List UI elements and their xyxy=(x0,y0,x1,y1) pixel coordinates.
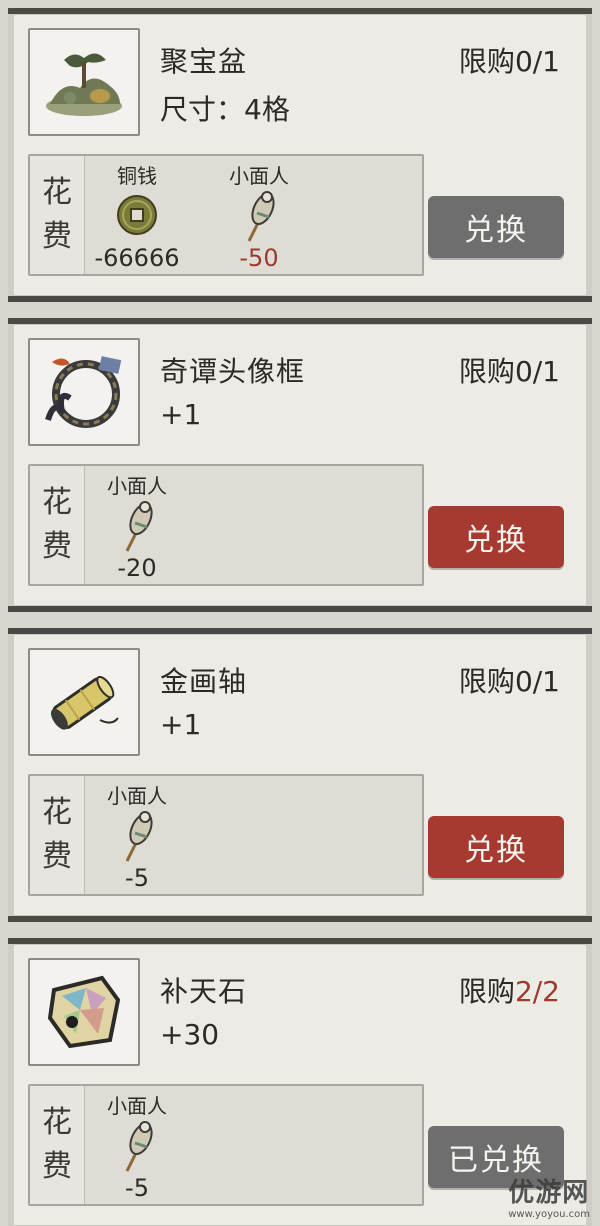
item-thumbnail xyxy=(28,338,140,446)
cost-item-name: 小面人 xyxy=(107,784,167,808)
cost-item-name: 铜钱 xyxy=(117,164,157,188)
item-thumbnail xyxy=(28,648,140,756)
cost-item: 小面人 -20 xyxy=(92,470,182,582)
cost-amount: -20 xyxy=(117,554,157,582)
cost-item: 小面人 -5 xyxy=(92,780,182,892)
cost-panel: 花费 小面人 -5 xyxy=(28,774,424,896)
item-name: 奇谭头像框 xyxy=(160,355,306,388)
shop-item-card: 奇谭头像框 +1 限购0/1 花费 小面人 -20 兑换 xyxy=(8,318,592,612)
dough-figurine-icon xyxy=(125,501,153,552)
avatar-frame-icon xyxy=(45,356,122,428)
item-detail: 尺寸：4格 xyxy=(160,93,290,126)
item-detail: +1 xyxy=(160,708,202,741)
item-name: 聚宝盆 xyxy=(160,45,248,78)
dough-figurine-icon xyxy=(125,1121,153,1172)
cost-amount: -50 xyxy=(239,244,279,272)
cost-panel: 花费 小面人 -5 xyxy=(28,1084,424,1206)
item-detail: +30 xyxy=(160,1018,220,1051)
item-name: 补天石 xyxy=(160,975,248,1008)
shop-item-card: 聚宝盆 尺寸：4格 限购0/1 花费 铜钱 -66666 小面人 -50 兑换 xyxy=(8,8,592,302)
cost-item: 小面人 -5 xyxy=(92,1090,182,1202)
copper-coin-icon xyxy=(117,195,157,235)
cost-amount: -66666 xyxy=(94,244,180,272)
cost-amount: -5 xyxy=(125,1174,149,1202)
cost-item-name: 小面人 xyxy=(107,1094,167,1118)
exchange-button[interactable]: 兑换 xyxy=(428,196,564,258)
item-name: 金画轴 xyxy=(160,665,248,698)
mending-stone-icon xyxy=(47,975,121,1049)
dough-figurine-icon xyxy=(125,811,153,862)
cost-panel: 花费 小面人 -20 xyxy=(28,464,424,586)
treasure-bowl-icon xyxy=(46,53,122,116)
purchase-limit-value: 0/1 xyxy=(514,355,560,388)
purchase-limit-value: 0/1 xyxy=(514,665,560,698)
cost-item: 铜钱 -66666 xyxy=(92,160,182,272)
purchase-limit: 限购0/1 xyxy=(458,45,560,78)
golden-scroll-icon xyxy=(50,675,119,730)
cost-item-name: 小面人 xyxy=(107,474,167,498)
cost-item: 小面人 -50 xyxy=(214,160,304,272)
exchange-button[interactable]: 兑换 xyxy=(428,816,564,878)
cost-label: 花费 xyxy=(30,466,85,584)
item-thumbnail xyxy=(28,28,140,136)
item-detail: +1 xyxy=(160,398,202,431)
item-thumbnail xyxy=(28,958,140,1066)
dough-figurine-icon xyxy=(247,191,275,242)
cost-item-name: 小面人 xyxy=(229,164,289,188)
cost-label: 花费 xyxy=(30,156,85,274)
purchase-limit: 限购0/1 xyxy=(458,665,560,698)
purchase-limit: 限购2/2 xyxy=(458,975,560,1008)
cost-label: 花费 xyxy=(30,776,85,894)
purchase-limit-value: 2/2 xyxy=(514,975,560,1008)
shop-item-card: 补天石 +30 限购2/2 花费 小面人 -5 已兑换 xyxy=(8,938,592,1226)
cost-panel: 花费 铜钱 -66666 小面人 -50 xyxy=(28,154,424,276)
cost-label: 花费 xyxy=(30,1086,85,1204)
cost-amount: -5 xyxy=(125,864,149,892)
shop-item-card: 金画轴 +1 限购0/1 花费 小面人 -5 兑换 xyxy=(8,628,592,922)
purchase-limit: 限购0/1 xyxy=(458,355,560,388)
site-watermark: 优游网 www.yoyou.com xyxy=(508,1178,590,1220)
purchase-limit-value: 0/1 xyxy=(514,45,560,78)
exchange-button[interactable]: 兑换 xyxy=(428,506,564,568)
